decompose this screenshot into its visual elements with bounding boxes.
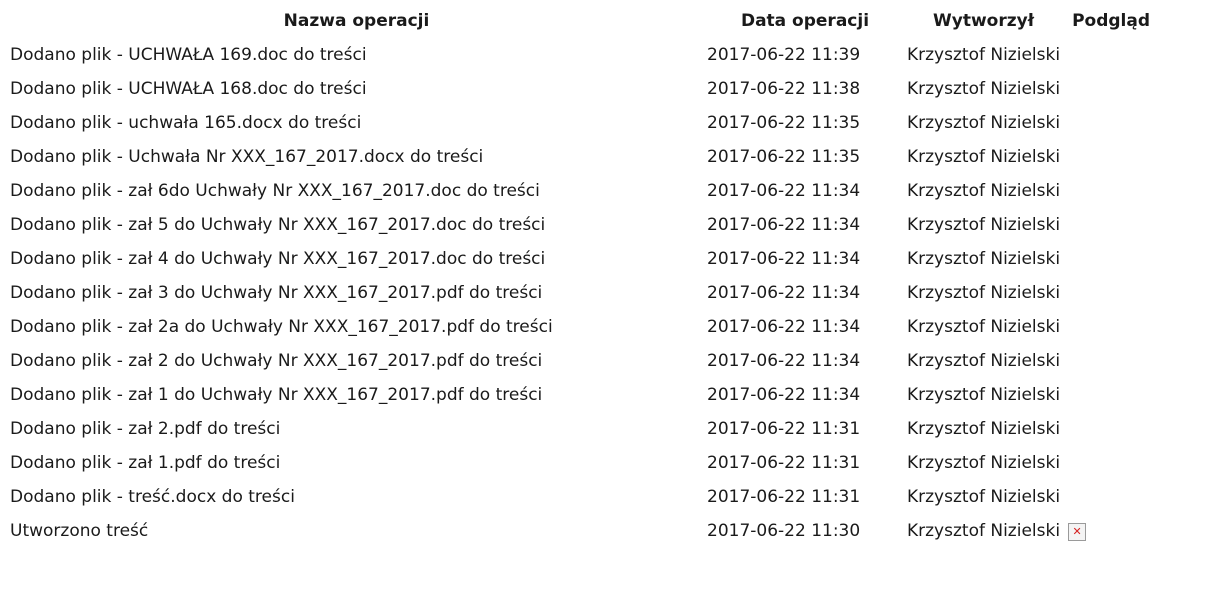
operation-name: Dodano plik - treść.docx do treści (10, 487, 295, 507)
operation-name: Dodano plik - zał 2.pdf do treści (10, 419, 281, 439)
table-row: Dodano plik - zał 1.pdf do treści 2017-0… (8, 446, 1160, 480)
preview-cell (1062, 514, 1160, 548)
header-operation-name: Nazwa operacji (283, 11, 430, 31)
preview-cell (1062, 38, 1160, 72)
table-row: Dodano plik - zał 1 do Uchwały Nr XXX_16… (8, 378, 1160, 412)
created-by: Krzysztof Nizielski (907, 45, 1061, 65)
created-by: Krzysztof Nizielski (907, 453, 1061, 473)
operation-date: 2017-06-22 11:34 (707, 181, 861, 201)
preview-cell (1062, 106, 1160, 140)
operation-name: Dodano plik - uchwała 165.docx do treści (10, 113, 362, 133)
created-by: Krzysztof Nizielski (907, 249, 1061, 269)
preview-cell (1062, 174, 1160, 208)
table-row: Dodano plik - zał 2a do Uchwały Nr XXX_1… (8, 310, 1160, 344)
operation-date: 2017-06-22 11:34 (707, 249, 861, 269)
operation-date: 2017-06-22 11:34 (707, 283, 861, 303)
table-row: Dodano plik - UCHWAŁA 169.doc do treści … (8, 38, 1160, 72)
operation-name: Dodano plik - zał 6do Uchwały Nr XXX_167… (10, 181, 540, 201)
table-row: Dodano plik - zał 2 do Uchwały Nr XXX_16… (8, 344, 1160, 378)
created-by: Krzysztof Nizielski (907, 283, 1061, 303)
created-by: Krzysztof Nizielski (907, 215, 1061, 235)
operation-date: 2017-06-22 11:34 (707, 385, 861, 405)
operation-date: 2017-06-22 11:34 (707, 317, 861, 337)
table-row: Dodano plik - UCHWAŁA 168.doc do treści … (8, 72, 1160, 106)
operation-date: 2017-06-22 11:31 (707, 487, 861, 507)
operation-date: 2017-06-22 11:31 (707, 419, 861, 439)
operation-name: Dodano plik - zał 3 do Uchwały Nr XXX_16… (10, 283, 543, 303)
created-by: Krzysztof Nizielski (907, 521, 1061, 541)
header-operation-date: Data operacji (740, 11, 870, 31)
preview-cell (1062, 310, 1160, 344)
table-row: Utworzono treść 2017-06-22 11:30 Krzyszt… (8, 514, 1160, 548)
preview-cell (1062, 480, 1160, 514)
table-row: Dodano plik - zał 6do Uchwały Nr XXX_167… (8, 174, 1160, 208)
operation-name: Utworzono treść (10, 521, 149, 541)
operation-name: Dodano plik - zał 1.pdf do treści (10, 453, 281, 473)
operation-name: Dodano plik - UCHWAŁA 168.doc do treści (10, 79, 367, 99)
preview-cell (1062, 72, 1160, 106)
preview-cell (1062, 208, 1160, 242)
preview-cell (1062, 242, 1160, 276)
preview-cell (1062, 378, 1160, 412)
operation-date: 2017-06-22 11:34 (707, 215, 861, 235)
table-row: Dodano plik - zał 4 do Uchwały Nr XXX_16… (8, 242, 1160, 276)
operation-date: 2017-06-22 11:39 (707, 45, 861, 65)
created-by: Krzysztof Nizielski (907, 147, 1061, 167)
created-by: Krzysztof Nizielski (907, 79, 1061, 99)
table-row: Dodano plik - zał 5 do Uchwały Nr XXX_16… (8, 208, 1160, 242)
header-preview: Podgląd (1072, 11, 1151, 31)
broken-image-icon[interactable] (1068, 522, 1087, 541)
table-header-row: Nazwa operacji Data operacji Wytworzył P… (8, 4, 1160, 38)
preview-cell (1062, 140, 1160, 174)
operation-date: 2017-06-22 11:35 (707, 113, 861, 133)
preview-cell (1062, 276, 1160, 310)
header-created-by: Wytworzył (933, 11, 1035, 31)
created-by: Krzysztof Nizielski (907, 385, 1061, 405)
operation-name: Dodano plik - zał 1 do Uchwały Nr XXX_16… (10, 385, 543, 405)
operation-date: 2017-06-22 11:31 (707, 453, 861, 473)
table-row: Dodano plik - zał 3 do Uchwały Nr XXX_16… (8, 276, 1160, 310)
operation-name: Dodano plik - zał 2 do Uchwały Nr XXX_16… (10, 351, 543, 371)
operation-date: 2017-06-22 11:34 (707, 351, 861, 371)
created-by: Krzysztof Nizielski (907, 113, 1061, 133)
operation-name: Dodano plik - UCHWAŁA 169.doc do treści (10, 45, 367, 65)
operation-date: 2017-06-22 11:35 (707, 147, 861, 167)
operation-name: Dodano plik - zał 2a do Uchwały Nr XXX_1… (10, 317, 553, 337)
preview-cell (1062, 446, 1160, 480)
table-row: Dodano plik - treść.docx do treści 2017-… (8, 480, 1160, 514)
table-row: Dodano plik - Uchwała Nr XXX_167_2017.do… (8, 140, 1160, 174)
created-by: Krzysztof Nizielski (907, 351, 1061, 371)
preview-cell (1062, 344, 1160, 378)
operation-name: Dodano plik - zał 5 do Uchwały Nr XXX_16… (10, 215, 546, 235)
operation-name: Dodano plik - zał 4 do Uchwały Nr XXX_16… (10, 249, 546, 269)
operation-date: 2017-06-22 11:38 (707, 79, 861, 99)
table-row: Dodano plik - uchwała 165.docx do treści… (8, 106, 1160, 140)
created-by: Krzysztof Nizielski (907, 487, 1061, 507)
operation-name: Dodano plik - Uchwała Nr XXX_167_2017.do… (10, 147, 484, 167)
created-by: Krzysztof Nizielski (907, 181, 1061, 201)
operation-date: 2017-06-22 11:30 (707, 521, 861, 541)
operations-history-table: Nazwa operacji Data operacji Wytworzył P… (8, 4, 1160, 548)
created-by: Krzysztof Nizielski (907, 419, 1061, 439)
preview-cell (1062, 412, 1160, 446)
created-by: Krzysztof Nizielski (907, 317, 1061, 337)
table-row: Dodano plik - zał 2.pdf do treści 2017-0… (8, 412, 1160, 446)
